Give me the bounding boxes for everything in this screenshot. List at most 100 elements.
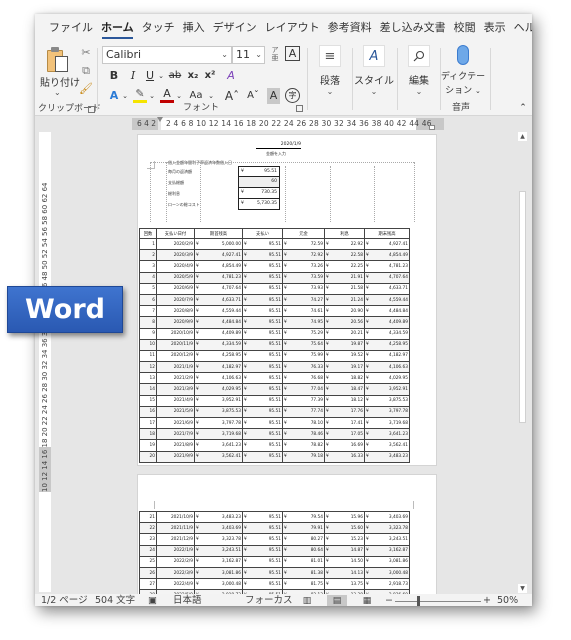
cell-number: 4 xyxy=(139,271,157,284)
tab-mailings[interactable]: 差し込み文書 xyxy=(376,14,450,42)
cell-value: 22.25 xyxy=(350,263,363,269)
collapse-ribbon-icon[interactable]: ⌃ xyxy=(517,100,529,116)
right-indent-marker[interactable] xyxy=(429,125,435,130)
currency-symbol: ¥ xyxy=(284,570,287,576)
zoom-slider-thumb[interactable] xyxy=(417,596,420,606)
read-mode-icon[interactable]: ▥ xyxy=(297,595,317,606)
underline-button[interactable]: U xyxy=(143,68,157,84)
currency-symbol: ¥ xyxy=(196,387,199,393)
highlight-dropdown[interactable]: ⌄ xyxy=(148,88,156,104)
paste-icon[interactable] xyxy=(47,47,69,73)
cell-value: 22.58 xyxy=(350,252,363,258)
paste-button[interactable]: 貼り付け xyxy=(40,74,80,89)
bold-button[interactable]: B xyxy=(107,68,121,84)
clipboard-launcher-icon[interactable] xyxy=(88,106,95,113)
cell-number: 11 xyxy=(139,349,157,363)
table-row: 19 2021/8/9 ¥3,641.23 ¥95.51 ¥78.82 ¥16.69 ¥3,… xyxy=(139,439,410,452)
tab-review[interactable]: 校閲 xyxy=(450,14,480,42)
styles-button[interactable]: A スタイル ⌄ xyxy=(353,45,395,96)
cell-value: 4,258.95 xyxy=(221,353,241,359)
currency-symbol: ¥ xyxy=(326,454,329,460)
currency-symbol: ¥ xyxy=(366,364,369,370)
table-row: 22 2021/11/9 ¥3,403.69 ¥95.51 ¥79.91 ¥15.60 ¥3… xyxy=(139,522,410,535)
dictate-button[interactable]: ディクテー ション ⌄ xyxy=(438,45,488,96)
font-color-dropdown[interactable]: ⌄ xyxy=(175,88,183,104)
word-count[interactable]: 504 文字 xyxy=(95,594,135,606)
language-status[interactable]: 日本語 xyxy=(173,594,202,606)
cell-closing-balance: ¥3,641.23 xyxy=(364,428,410,441)
scrollbar-thumb[interactable] xyxy=(519,191,526,423)
zoom-in-button[interactable]: + xyxy=(483,594,491,606)
first-line-indent-marker[interactable] xyxy=(157,117,163,122)
tab-insert[interactable]: 挿入 xyxy=(179,14,209,42)
enclose-characters-button[interactable]: 字 xyxy=(285,88,300,103)
column-header: 利息 xyxy=(324,228,365,239)
tab-touch[interactable]: タッチ xyxy=(138,14,179,42)
cell-value: 76.33 xyxy=(310,364,323,370)
tab-design[interactable]: デザイン xyxy=(209,14,261,42)
underline-dropdown[interactable]: ⌄ xyxy=(157,68,165,84)
tab-file[interactable]: ファイル xyxy=(45,14,97,42)
tab-help[interactable]: ヘルプ xyxy=(510,14,532,42)
zoom-out-button[interactable]: − xyxy=(385,594,393,606)
cell-closing-balance: ¥4,854.49 xyxy=(364,249,410,262)
cell-value: 95.51 xyxy=(268,514,281,520)
page-count[interactable]: 1/2 ページ xyxy=(41,594,88,606)
cell-value: 95.51 xyxy=(268,263,281,269)
subscript-button[interactable]: x₂ xyxy=(186,68,200,84)
font-color-icon[interactable]: A xyxy=(160,88,174,103)
print-layout-icon[interactable]: ▤ xyxy=(327,595,347,606)
highlight-icon[interactable]: ✎ xyxy=(133,88,147,103)
web-layout-icon[interactable]: ▦ xyxy=(357,595,377,606)
focus-mode-button[interactable]: フォーカス xyxy=(245,594,293,606)
tab-layout[interactable]: レイアウト xyxy=(261,14,324,42)
currency-symbol: ¥ xyxy=(284,275,287,281)
tab-home[interactable]: ホーム xyxy=(97,14,138,42)
tab-view[interactable]: 表示 xyxy=(480,14,510,42)
paragraph-button[interactable]: ≡ 段落 ⌄ xyxy=(311,45,349,96)
editing-button[interactable]: 編集 ⌄ xyxy=(400,45,438,96)
character-border-icon[interactable]: A xyxy=(285,46,300,61)
superscript-button[interactable]: x² xyxy=(203,68,217,84)
format-painter-icon[interactable]: 🖌 xyxy=(79,82,93,95)
character-shading-button[interactable]: A xyxy=(267,88,280,104)
phonetic-guide-icon[interactable]: ア亜 xyxy=(269,46,281,62)
font-launcher-icon[interactable] xyxy=(296,105,303,112)
vertical-scrollbar[interactable]: ▲ ▼ xyxy=(517,131,529,594)
cell-payment: ¥95.51 xyxy=(242,327,283,340)
proofing-icon[interactable]: ▣ xyxy=(148,594,157,606)
text-effects-dropdown[interactable]: ⌄ xyxy=(121,88,129,104)
clear-formatting-icon[interactable]: A xyxy=(224,68,238,84)
cell-payment: ¥95.51 xyxy=(242,555,283,568)
paste-dropdown[interactable]: ⌄ xyxy=(54,88,61,97)
currency-symbol: ¥ xyxy=(326,559,329,565)
cell-opening-balance: ¥4,334.59 xyxy=(194,338,243,351)
copy-icon[interactable]: ⧉ xyxy=(79,64,93,78)
cell-interest: ¥18.12 xyxy=(324,394,365,407)
cell-interest: ¥14.13 xyxy=(324,566,365,580)
text-effects-icon[interactable]: A xyxy=(107,88,121,104)
scroll-down-icon[interactable]: ▼ xyxy=(518,584,527,593)
layout-guide xyxy=(166,162,167,222)
document-canvas[interactable]: 2020/1/9 金額を入力 借入金額年間利子率返済年数借入日 毎月の返済額 支… xyxy=(53,131,515,594)
zoom-level[interactable]: 50% xyxy=(497,594,518,606)
scroll-up-icon[interactable]: ▲ xyxy=(518,132,527,141)
grow-font-button[interactable]: Aˆ xyxy=(224,88,240,104)
horizontal-ruler[interactable]: 6 4 2 2 4 6 8 10 12 14 16 18 20 22 24 26… xyxy=(35,117,532,131)
cell-principal: ¥77.74 xyxy=(282,405,325,419)
currency-symbol: ¥ xyxy=(244,308,247,314)
shrink-font-button[interactable]: Aˇ xyxy=(245,88,261,104)
cut-icon[interactable]: ✂ xyxy=(79,46,93,59)
tab-references[interactable]: 参考資料 xyxy=(324,14,376,42)
zoom-slider[interactable] xyxy=(395,601,481,602)
strikethrough-button[interactable]: ab xyxy=(167,68,183,84)
page-1[interactable]: 2020/1/9 金額を入力 借入金額年間利子率返済年数借入日 毎月の返済額 支… xyxy=(137,134,437,466)
currency-symbol: ¥ xyxy=(284,263,287,269)
currency-symbol: ¥ xyxy=(366,536,369,542)
page-2[interactable]: 21 2021/10/9 ¥3,483.23 ¥95.51 ¥79.54 ¥15.96 ¥3… xyxy=(137,474,437,594)
cell-payment: ¥95.51 xyxy=(242,349,283,363)
font-size-select[interactable]: 11 ⌄ xyxy=(232,46,265,64)
italic-button[interactable]: I xyxy=(126,68,140,84)
cell-value: 17.41 xyxy=(350,420,363,426)
font-name-select[interactable]: Calibri ⌄ xyxy=(102,46,232,64)
